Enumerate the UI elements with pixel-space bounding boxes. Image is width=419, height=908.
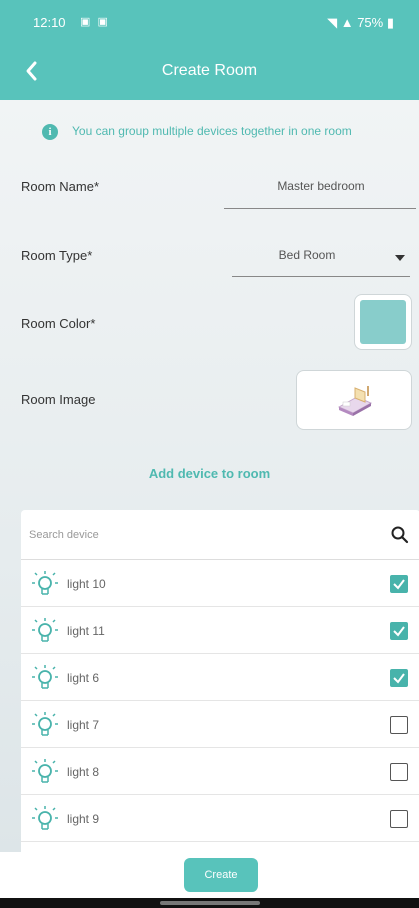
battery-icon: ▮	[383, 15, 394, 30]
room-image-picker[interactable]	[296, 370, 412, 430]
device-label: light 7	[67, 718, 100, 732]
device-label: light 8	[67, 765, 100, 779]
device-checkbox[interactable]	[390, 669, 408, 687]
chevron-down-icon[interactable]	[394, 250, 406, 261]
device-checkbox[interactable]	[390, 622, 408, 640]
battery-text: 75%	[357, 15, 384, 30]
room-name-label: Room Name*	[21, 179, 100, 194]
create-button[interactable]: Create	[184, 858, 258, 892]
bottom-action-bar: Create	[0, 852, 419, 898]
search-icon[interactable]	[390, 525, 410, 545]
light-bulb-icon	[31, 617, 59, 645]
light-bulb-icon	[31, 758, 59, 786]
light-bulb-icon	[31, 664, 59, 692]
device-row[interactable]: light 6	[21, 654, 419, 701]
app-bar: Create Room	[0, 44, 419, 100]
device-label: light 9	[67, 812, 100, 826]
room-color-label: Room Color*	[21, 316, 96, 331]
device-row[interactable]: light 11	[21, 607, 419, 654]
device-checkbox[interactable]	[390, 810, 408, 828]
status-right: ◥ ▲ 75% ▮	[327, 15, 394, 31]
room-name-input[interactable]: Master bedroom	[226, 179, 416, 193]
system-nav-bar	[0, 898, 419, 908]
room-type-underline	[232, 276, 410, 277]
room-type-select[interactable]: Bed Room	[232, 248, 382, 262]
page-title: Create Room	[161, 62, 258, 79]
device-label: light 10	[67, 577, 106, 591]
room-image-label: Room Image	[21, 392, 96, 407]
device-row[interactable]: light 8	[21, 748, 419, 795]
status-bar: 12:10 ▣ ▣ ◥ ▲ 75% ▮	[0, 0, 419, 44]
device-checkbox[interactable]	[390, 716, 408, 734]
device-list-panel: light 10 light 11 light 6 light 7 light 8 lig…	[21, 510, 419, 860]
search-input[interactable]	[29, 524, 369, 546]
search-row	[21, 510, 419, 560]
device-checkbox[interactable]	[390, 575, 408, 593]
info-icon: i	[42, 124, 58, 140]
notification-icons: ▣ ▣	[80, 16, 110, 28]
room-color-picker[interactable]	[354, 294, 412, 350]
device-row[interactable]: light 7	[21, 701, 419, 748]
light-bulb-icon	[31, 805, 59, 833]
room-type-label: Room Type*	[21, 248, 93, 263]
signal-icon: ◥ ▲	[327, 15, 358, 30]
bed-icon	[337, 386, 373, 416]
device-label: light 6	[67, 671, 100, 685]
add-device-to-room-heading: Add device to room	[148, 466, 271, 481]
create-room-form: i You can group multiple devices together…	[0, 100, 419, 860]
device-row[interactable]: light 9	[21, 795, 419, 842]
info-banner: i You can group multiple devices together…	[42, 124, 352, 140]
room-name-underline	[224, 208, 416, 209]
light-bulb-icon	[31, 570, 59, 598]
device-label: light 11	[67, 624, 105, 638]
room-color-swatch	[360, 300, 406, 344]
info-text: You can group multiple devices together …	[72, 124, 352, 139]
light-bulb-icon	[31, 711, 59, 739]
home-handle[interactable]	[160, 901, 260, 905]
device-row[interactable]: light 10	[21, 560, 419, 607]
device-checkbox[interactable]	[390, 763, 408, 781]
status-time: 12:10	[33, 15, 66, 30]
